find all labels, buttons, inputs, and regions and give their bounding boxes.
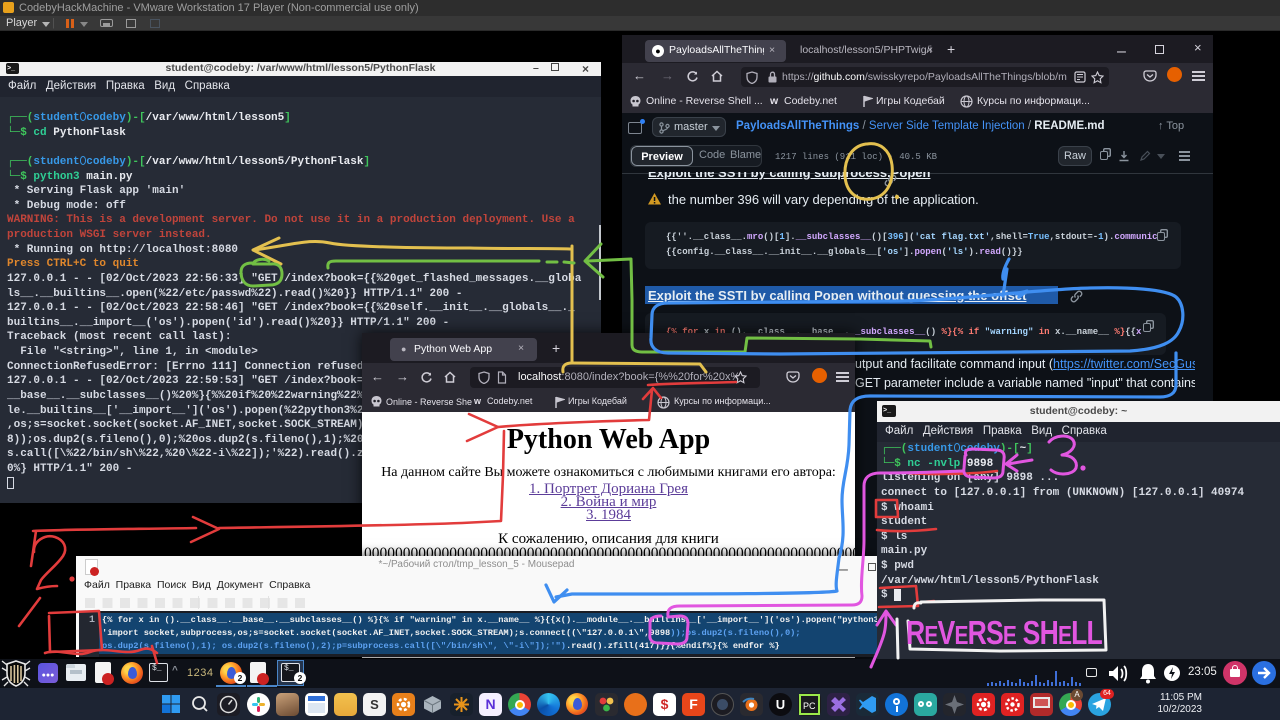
svg-text:PC: PC: [803, 701, 816, 711]
